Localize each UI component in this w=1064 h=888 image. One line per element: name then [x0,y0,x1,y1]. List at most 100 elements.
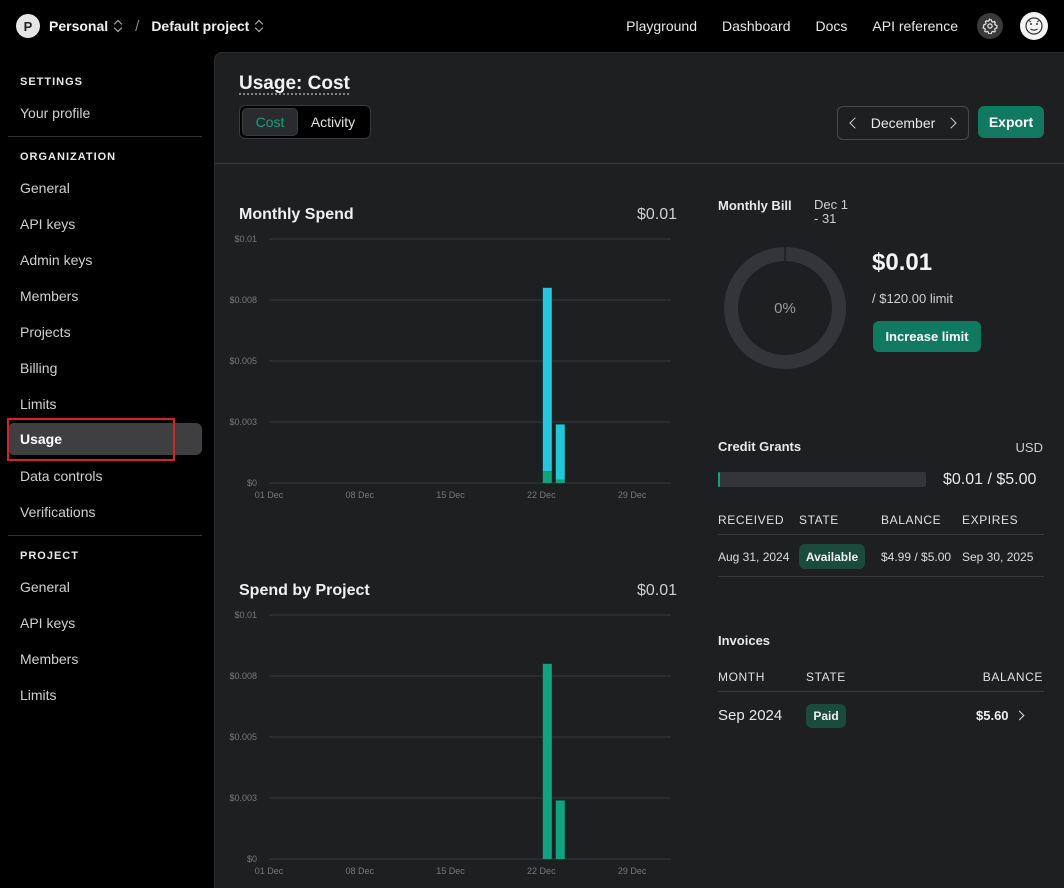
top-nav: Playground Dashboard Docs API reference [601,12,1048,40]
chevron-left-icon[interactable] [849,117,861,129]
monthly-spend-title: Monthly Spend [239,206,354,223]
grant-expires: Sep 30, 2025 [962,550,1034,564]
sidebar-divider [8,535,202,536]
nav-api-reference[interactable]: API reference [872,18,958,34]
increase-limit-button[interactable]: Increase limit [873,321,981,352]
top-bar: P Personal / Default project Playground … [0,0,1064,52]
y-tick-label: $0.005 [229,732,257,742]
x-tick-label: 15 Dec [436,490,465,500]
y-tick-label: $0.008 [229,295,257,305]
y-tick-label: $0.008 [229,671,257,681]
credit-grants-currency: USD [1015,440,1043,455]
sidebar-item-admin-keys[interactable]: Admin keys [8,244,202,276]
sidebar-item-usage[interactable]: Usage [8,423,202,455]
y-tick-label: $0.01 [234,610,257,620]
gear-icon [982,18,998,34]
project-switcher[interactable]: Default project [151,18,249,34]
header-divider [215,163,1064,164]
nav-docs[interactable]: Docs [815,18,847,34]
sidebar-item-projects[interactable]: Projects [8,316,202,348]
spend-by-project-total: $0.01 [636,582,677,599]
x-tick-label: 08 Dec [346,490,375,500]
credit-grants-row-divider [718,576,1044,577]
chevron-right-icon[interactable] [1014,710,1025,721]
col-state: STATE [799,513,839,527]
status-badge: Available [799,544,865,569]
sidebar-item-data-controls[interactable]: Data controls [8,460,202,492]
x-tick-label: 22 Dec [527,866,556,876]
credit-grants-header-divider [718,534,1044,535]
spend-by-project-title: Spend by Project [239,582,370,599]
y-tick-label: $0.003 [229,417,257,427]
x-tick-label: 15 Dec [436,866,465,876]
sidebar-divider [8,136,202,137]
monthly-bill-label: Monthly Bill [718,198,792,213]
sidebar-item-project-general[interactable]: General [8,571,202,603]
tab-cost[interactable]: Cost [242,108,298,136]
avatar-face-icon [1025,17,1043,35]
credit-grants-label: Credit Grants [718,439,802,454]
tab-activity[interactable]: Activity [298,108,368,136]
sidebar-item-your-profile[interactable]: Your profile [8,97,202,129]
user-avatar[interactable] [1020,12,1048,40]
credit-grants-summary: $0.01 / $5.00 [943,471,1037,488]
organization-section-title: ORGANIZATION [20,151,117,163]
monthly-bill-donut: 0% [724,247,846,369]
credit-grants-progress-fill [718,472,720,487]
bar[interactable] [555,800,565,859]
page-title: Usage: Cost [239,73,350,94]
monthly-spend-total: $0.01 [636,206,677,223]
bar[interactable] [542,663,552,859]
grant-balance: $4.99 / $5.00 [881,550,952,564]
col-month: MONTH [718,670,765,684]
month-picker: December [837,106,969,140]
y-tick-label: $0 [247,478,257,488]
monthly-spend-chart: $0 $0.003 $0.005 $0.008 $0.01 01 Dec 08 Dec 15 … [229,234,671,500]
bar-segment[interactable] [555,479,565,483]
bar[interactable] [555,424,565,480]
sidebar-item-org-general[interactable]: General [8,172,202,204]
x-tick-label: 29 Dec [618,490,647,500]
project-section-title: PROJECT [20,550,79,562]
col-balance: BALANCE [881,513,942,527]
export-button[interactable]: Export [978,106,1044,138]
sidebar-item-billing[interactable]: Billing [8,352,202,384]
updown-chevron-icon[interactable] [115,20,123,32]
sidebar-item-org-members[interactable]: Members [8,280,202,312]
chevron-right-icon[interactable] [945,117,957,129]
main-panel: Usage: Cost Cost Activity December Expor… [214,52,1064,888]
col-received: RECEIVED [718,513,785,527]
sidebar-item-project-api-keys[interactable]: API keys [8,607,202,639]
y-tick-label: $0 [247,854,257,864]
updown-chevron-icon[interactable] [256,20,264,32]
x-tick-label: 29 Dec [618,866,647,876]
sidebar-item-org-limits[interactable]: Limits [8,388,202,420]
settings-section-title: SETTINGS [20,76,84,88]
y-tick-label: $0.01 [234,234,257,244]
sidebar-item-project-members[interactable]: Members [8,643,202,675]
credit-grants-progress [718,472,926,487]
y-tick-label: $0.005 [229,356,257,366]
sidebar-item-org-api-keys[interactable]: API keys [8,208,202,240]
x-tick-label: 08 Dec [346,866,375,876]
col-invoice-state: STATE [806,670,846,684]
col-expires: EXPIRES [962,513,1019,527]
x-tick-label: 22 Dec [527,490,556,500]
bar-segment[interactable] [542,471,552,483]
sidebar-item-verifications[interactable]: Verifications [8,496,202,528]
org-switcher[interactable]: Personal [49,18,108,34]
breadcrumb-separator: / [135,17,140,35]
monthly-bill-range: Dec 1 - 31 [814,198,848,226]
donut-percent: 0% [774,300,796,317]
org-avatar[interactable]: P [16,14,40,38]
settings-button[interactable] [977,13,1003,39]
grant-received: Aug 31, 2024 [718,550,790,564]
sidebar-item-project-limits[interactable]: Limits [8,679,202,711]
month-label: December [870,115,936,131]
nav-playground[interactable]: Playground [626,18,697,34]
invoices-header-divider [718,691,1044,692]
monthly-bill-range-end: - 31 [814,211,837,226]
bar[interactable] [542,287,552,472]
nav-dashboard[interactable]: Dashboard [722,18,791,34]
y-tick-label: $0.003 [229,793,257,803]
